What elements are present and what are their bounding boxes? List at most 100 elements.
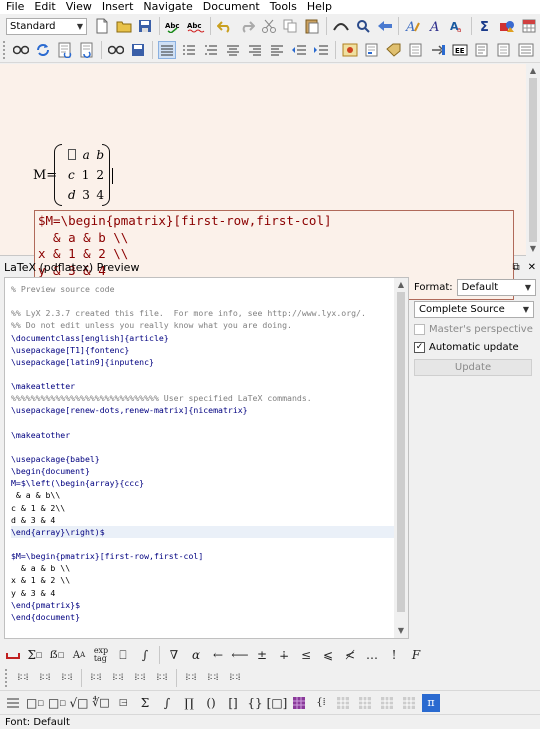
empty-cell-placeholder[interactable] — [68, 149, 76, 160]
insert-footnote-icon[interactable] — [363, 41, 381, 59]
alpha-icon[interactable]: α — [187, 646, 205, 664]
matrix-dots-icon[interactable]: ⁞∷⁞ — [131, 669, 149, 687]
left-arrow-icon[interactable]: ← — [209, 646, 227, 664]
array-grid-icon[interactable] — [334, 694, 352, 712]
insert-graphics-icon[interactable] — [341, 41, 359, 59]
parentheses-icon[interactable]: () — [202, 694, 220, 712]
float-panel-icon[interactable]: ⧉ — [512, 262, 519, 273]
menu-help[interactable]: Help — [302, 0, 337, 14]
sum-limits-icon[interactable]: Σ □ — [26, 646, 44, 664]
less-equal-slant-icon[interactable]: ⩽ — [319, 646, 337, 664]
square-root-icon[interactable]: √□ — [70, 694, 89, 712]
menu-tools[interactable]: Tools — [265, 0, 302, 14]
insert-tex-code-icon[interactable] — [473, 41, 491, 59]
insert-figure-icon[interactable] — [498, 17, 516, 35]
align-center-icon[interactable] — [224, 41, 242, 59]
matrix-dots-icon[interactable]: ⁞∷⁞ — [14, 669, 32, 687]
save-icon[interactable] — [137, 17, 155, 35]
close-icon[interactable]: ✕ — [528, 262, 536, 273]
decrease-depth-icon[interactable] — [290, 41, 308, 59]
math-panel-toggle-icon[interactable]: π — [422, 693, 440, 712]
view-master-icon[interactable] — [56, 41, 74, 59]
view-output-icon[interactable] — [12, 41, 30, 59]
description-icon[interactable] — [268, 41, 286, 59]
copy-icon[interactable] — [282, 17, 300, 35]
matrix-dots-icon[interactable]: ⁞∷⁞ — [182, 669, 200, 687]
matrix-cell[interactable]: 3 — [82, 188, 90, 202]
array-grid-icon[interactable] — [378, 694, 396, 712]
paste-icon[interactable] — [303, 17, 321, 35]
source-scrollbar[interactable]: ▲ ▼ — [394, 278, 408, 638]
enumerate-icon[interactable] — [202, 41, 220, 59]
exclamation-icon[interactable]: ! — [385, 646, 403, 664]
automatic-update-checkbox[interactable]: ✓ — [414, 341, 425, 353]
sum-icon[interactable]: Σ — [136, 694, 154, 712]
redo-icon[interactable] — [238, 17, 256, 35]
search-icon[interactable] — [354, 17, 372, 35]
insert-reference-icon[interactable] — [407, 41, 425, 59]
math-matrix[interactable]: a b c 1 2 d 3 4 — [54, 144, 110, 206]
table-of-contents-icon[interactable] — [517, 41, 535, 59]
align-right-icon[interactable] — [246, 41, 264, 59]
subscript-icon[interactable]: □ □ — [26, 694, 44, 712]
scrollbar-thumb[interactable] — [397, 292, 405, 612]
matrix-dots-icon[interactable]: ⁞∷⁞ — [204, 669, 222, 687]
update-button[interactable]: Update — [414, 358, 532, 376]
array-grid-icon[interactable] — [356, 694, 374, 712]
product-icon[interactable]: ∏ — [180, 694, 198, 712]
delimiter-size-icon[interactable]: ⎕ — [114, 646, 132, 664]
exp-tag-icon[interactable]: exp tag — [92, 646, 110, 664]
scroll-up-icon[interactable]: ▲ — [394, 278, 408, 292]
insert-table-icon[interactable] — [520, 17, 538, 35]
emphasis-icon[interactable]: A — [426, 17, 444, 35]
superscript-icon[interactable]: □ □ — [48, 694, 66, 712]
matrix-cell[interactable]: d — [68, 188, 76, 202]
editor-scrollbar[interactable]: ▲ ▼ — [526, 64, 540, 256]
f-function-icon[interactable]: F — [407, 646, 425, 664]
ellipsis-icon[interactable]: … — [363, 646, 381, 664]
math-mode-icon[interactable] — [4, 646, 22, 664]
matrix-dots-icon[interactable]: ⁞∷⁞ — [58, 669, 76, 687]
menu-view[interactable]: View — [61, 0, 97, 14]
matrix-cell[interactable]: a — [83, 148, 90, 162]
toolbar-grip[interactable] — [5, 668, 9, 687]
scrollbar-thumb[interactable] — [529, 78, 537, 242]
cut-icon[interactable] — [260, 17, 278, 35]
cases-icon[interactable]: {⁞ — [312, 694, 330, 712]
masters-perspective-checkbox[interactable] — [414, 323, 425, 335]
menu-edit[interactable]: Edit — [29, 0, 60, 14]
matrix-grid-icon[interactable] — [290, 694, 308, 712]
macro-icon[interactable]: AA — [70, 646, 88, 664]
nth-root-icon[interactable]: ∜□ — [92, 694, 110, 712]
continuous-spellcheck-icon[interactable]: Abc — [187, 17, 205, 35]
less-equal-icon[interactable]: ≤ — [297, 646, 315, 664]
integral-icon[interactable]: ∫ — [158, 694, 176, 712]
boxed-brackets-icon[interactable]: [□] — [267, 694, 288, 712]
dotplus-icon[interactable]: ∔ — [275, 646, 293, 664]
insert-box-icon[interactable] — [495, 41, 513, 59]
toolbar-grip[interactable] — [3, 41, 7, 59]
undo-icon[interactable] — [216, 17, 234, 35]
long-left-arrow-icon[interactable]: ⟵ — [231, 646, 249, 664]
itemize-icon[interactable] — [180, 41, 198, 59]
plus-minus-icon[interactable]: ± — [253, 646, 271, 664]
update-master-icon[interactable] — [78, 41, 96, 59]
document-editor[interactable]: M= a b c 1 2 d 3 4 $M=\begin{pmatrix}[fi… — [0, 64, 540, 300]
braces-icon[interactable]: {} — [246, 694, 264, 712]
align-default-icon[interactable] — [158, 41, 176, 59]
matrix-cell[interactable]: c — [68, 168, 75, 182]
matrix-dots-icon[interactable]: ⁞∷⁞ — [36, 669, 54, 687]
menu-insert[interactable]: Insert — [97, 0, 139, 14]
back-arrow-icon[interactable] — [376, 17, 394, 35]
new-document-icon[interactable] — [93, 17, 111, 35]
spellcheck-icon[interactable]: Abc — [165, 17, 183, 35]
source-mode-select[interactable]: Complete Source ▼ — [414, 300, 534, 318]
update-output-icon[interactable] — [34, 41, 52, 59]
not-less-icon[interactable]: ≮ — [341, 646, 359, 664]
noun-icon[interactable]: Aa — [448, 17, 466, 35]
integral-icon[interactable]: ∫ — [136, 646, 154, 664]
view-other-icon[interactable] — [107, 41, 125, 59]
scroll-down-icon[interactable]: ▼ — [526, 242, 540, 256]
latex-source-view[interactable]: % Preview source code %% LyX 2.3.7 create… — [4, 277, 409, 639]
export-icon[interactable] — [129, 41, 147, 59]
